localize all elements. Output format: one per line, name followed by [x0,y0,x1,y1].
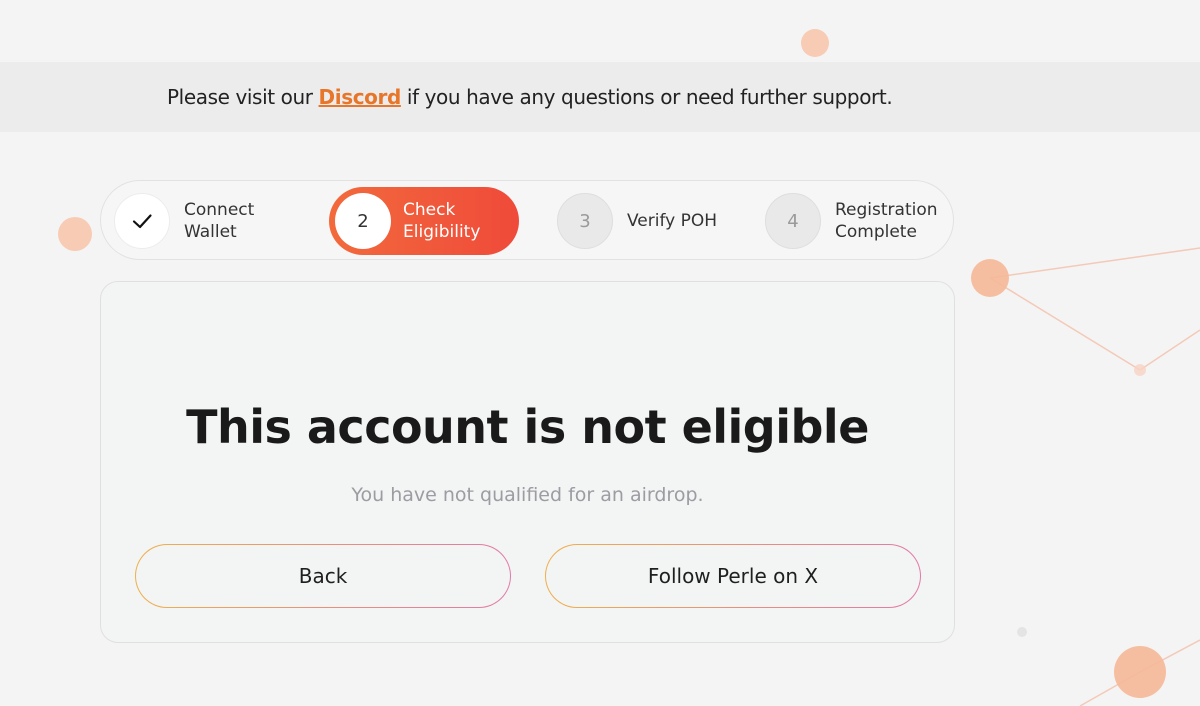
back-button[interactable]: Back [135,544,511,608]
support-notice: Please visit our Discord if you have any… [167,85,893,109]
step-connect-wallet: Connect Wallet [114,193,254,249]
step-1-label-line2: Wallet [184,222,237,242]
step-4-label: Registration Complete [835,199,938,243]
step-2-circle: 2 [335,193,391,249]
step-1-label-line1: Connect [184,200,255,220]
notice-text-before: Please visit our [167,85,319,109]
step-3-circle: 3 [557,193,613,249]
step-registration-complete: 4 Registration Complete [765,193,938,249]
step-4-circle: 4 [765,193,821,249]
step-2-label: Check Eligibility [403,199,480,243]
step-1-label: Connect Wallet [184,199,254,243]
step-4-label-line2: Complete [835,222,917,242]
result-title: This account is not eligible [186,400,869,454]
discord-link[interactable]: Discord [319,85,402,109]
eligibility-result-card: This account is not eligible You have no… [100,281,955,643]
step-4-label-line1: Registration [835,200,938,220]
step-3-label-line1: Verify POH [627,211,718,231]
step-verify-poh: 3 Verify POH [557,193,717,249]
registration-stepper: Connect Wallet 2 Check Eligibility 3 Ver… [100,180,954,260]
notice-text-after: if you have any questions or need furthe… [400,85,893,109]
step-1-circle [114,193,170,249]
step-2-label-line2: Eligibility [403,222,481,242]
checkmark-icon [132,214,152,229]
step-check-eligibility: 2 Check Eligibility [329,187,519,255]
step-3-label: Verify POH [627,210,717,232]
step-2-label-line1: Check [403,200,456,220]
result-subtitle: You have not qualified for an airdrop. [351,484,704,506]
follow-perle-on-x-button[interactable]: Follow Perle on X [545,544,921,608]
